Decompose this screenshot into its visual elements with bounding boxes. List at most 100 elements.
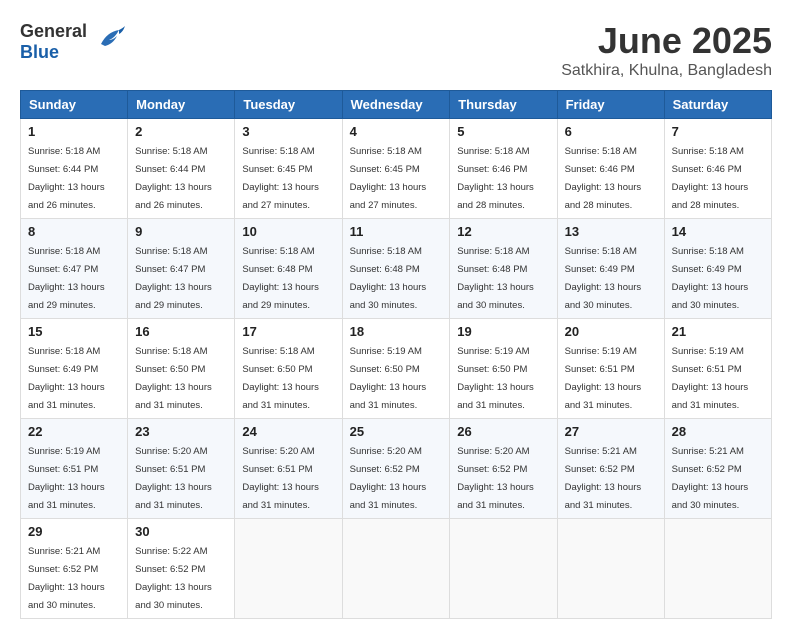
day-info: Sunrise: 5:18 AMSunset: 6:44 PMDaylight:… (28, 146, 105, 211)
day-cell: 27 Sunrise: 5:21 AMSunset: 6:52 PMDaylig… (557, 419, 664, 519)
day-info: Sunrise: 5:18 AMSunset: 6:50 PMDaylight:… (242, 346, 319, 411)
day-cell: 17 Sunrise: 5:18 AMSunset: 6:50 PMDaylig… (235, 319, 342, 419)
day-number: 13 (565, 224, 657, 239)
day-number: 30 (135, 524, 227, 539)
day-number: 3 (242, 124, 334, 139)
day-number: 16 (135, 324, 227, 339)
day-number: 2 (135, 124, 227, 139)
calendar-table: SundayMondayTuesdayWednesdayThursdayFrid… (20, 90, 772, 619)
day-cell: 10 Sunrise: 5:18 AMSunset: 6:48 PMDaylig… (235, 219, 342, 319)
day-cell: 6 Sunrise: 5:18 AMSunset: 6:46 PMDayligh… (557, 119, 664, 219)
day-number: 20 (565, 324, 657, 339)
day-cell: 18 Sunrise: 5:19 AMSunset: 6:50 PMDaylig… (342, 319, 450, 419)
day-cell: 28 Sunrise: 5:21 AMSunset: 6:52 PMDaylig… (664, 419, 771, 519)
column-header-monday: Monday (128, 91, 235, 119)
location-subtitle: Satkhira, Khulna, Bangladesh (561, 62, 772, 80)
day-cell: 7 Sunrise: 5:18 AMSunset: 6:46 PMDayligh… (664, 119, 771, 219)
day-info: Sunrise: 5:21 AMSunset: 6:52 PMDaylight:… (565, 446, 642, 511)
logo-blue: Blue (20, 42, 87, 63)
calendar-week-row: 15 Sunrise: 5:18 AMSunset: 6:49 PMDaylig… (21, 319, 772, 419)
day-info: Sunrise: 5:18 AMSunset: 6:44 PMDaylight:… (135, 146, 212, 211)
day-info: Sunrise: 5:19 AMSunset: 6:51 PMDaylight:… (28, 446, 105, 511)
day-cell: 1 Sunrise: 5:18 AMSunset: 6:44 PMDayligh… (21, 119, 128, 219)
day-info: Sunrise: 5:18 AMSunset: 6:49 PMDaylight:… (672, 246, 749, 311)
day-number: 25 (350, 424, 443, 439)
empty-cell (235, 519, 342, 619)
logo-general: General (20, 21, 87, 42)
day-number: 17 (242, 324, 334, 339)
day-info: Sunrise: 5:18 AMSunset: 6:47 PMDaylight:… (135, 246, 212, 311)
day-cell: 20 Sunrise: 5:19 AMSunset: 6:51 PMDaylig… (557, 319, 664, 419)
day-cell: 3 Sunrise: 5:18 AMSunset: 6:45 PMDayligh… (235, 119, 342, 219)
day-info: Sunrise: 5:18 AMSunset: 6:49 PMDaylight:… (565, 246, 642, 311)
day-number: 9 (135, 224, 227, 239)
day-info: Sunrise: 5:20 AMSunset: 6:52 PMDaylight:… (457, 446, 534, 511)
calendar-week-row: 1 Sunrise: 5:18 AMSunset: 6:44 PMDayligh… (21, 119, 772, 219)
day-cell: 22 Sunrise: 5:19 AMSunset: 6:51 PMDaylig… (21, 419, 128, 519)
day-info: Sunrise: 5:20 AMSunset: 6:51 PMDaylight:… (135, 446, 212, 511)
day-cell: 14 Sunrise: 5:18 AMSunset: 6:49 PMDaylig… (664, 219, 771, 319)
column-header-thursday: Thursday (450, 91, 557, 119)
day-cell: 24 Sunrise: 5:20 AMSunset: 6:51 PMDaylig… (235, 419, 342, 519)
day-info: Sunrise: 5:21 AMSunset: 6:52 PMDaylight:… (28, 546, 105, 611)
logo-bird-icon (91, 22, 127, 63)
column-header-wednesday: Wednesday (342, 91, 450, 119)
empty-cell (450, 519, 557, 619)
day-cell: 15 Sunrise: 5:18 AMSunset: 6:49 PMDaylig… (21, 319, 128, 419)
day-number: 22 (28, 424, 120, 439)
day-cell: 2 Sunrise: 5:18 AMSunset: 6:44 PMDayligh… (128, 119, 235, 219)
day-number: 5 (457, 124, 549, 139)
day-number: 18 (350, 324, 443, 339)
calendar-week-row: 22 Sunrise: 5:19 AMSunset: 6:51 PMDaylig… (21, 419, 772, 519)
day-info: Sunrise: 5:18 AMSunset: 6:45 PMDaylight:… (350, 146, 427, 211)
day-cell: 11 Sunrise: 5:18 AMSunset: 6:48 PMDaylig… (342, 219, 450, 319)
page-header: General Blue June 2025 Satkhira, Khulna,… (20, 20, 772, 80)
day-cell: 16 Sunrise: 5:18 AMSunset: 6:50 PMDaylig… (128, 319, 235, 419)
day-number: 26 (457, 424, 549, 439)
day-number: 27 (565, 424, 657, 439)
day-cell: 25 Sunrise: 5:20 AMSunset: 6:52 PMDaylig… (342, 419, 450, 519)
day-number: 6 (565, 124, 657, 139)
empty-cell (342, 519, 450, 619)
day-number: 15 (28, 324, 120, 339)
calendar-week-row: 29 Sunrise: 5:21 AMSunset: 6:52 PMDaylig… (21, 519, 772, 619)
day-info: Sunrise: 5:18 AMSunset: 6:48 PMDaylight:… (350, 246, 427, 311)
day-cell: 5 Sunrise: 5:18 AMSunset: 6:46 PMDayligh… (450, 119, 557, 219)
calendar-week-row: 8 Sunrise: 5:18 AMSunset: 6:47 PMDayligh… (21, 219, 772, 319)
day-cell: 23 Sunrise: 5:20 AMSunset: 6:51 PMDaylig… (128, 419, 235, 519)
day-number: 4 (350, 124, 443, 139)
day-info: Sunrise: 5:19 AMSunset: 6:50 PMDaylight:… (350, 346, 427, 411)
day-number: 19 (457, 324, 549, 339)
day-info: Sunrise: 5:18 AMSunset: 6:45 PMDaylight:… (242, 146, 319, 211)
day-cell: 21 Sunrise: 5:19 AMSunset: 6:51 PMDaylig… (664, 319, 771, 419)
day-info: Sunrise: 5:19 AMSunset: 6:51 PMDaylight:… (565, 346, 642, 411)
column-header-tuesday: Tuesday (235, 91, 342, 119)
day-info: Sunrise: 5:18 AMSunset: 6:48 PMDaylight:… (457, 246, 534, 311)
day-number: 21 (672, 324, 764, 339)
day-cell: 4 Sunrise: 5:18 AMSunset: 6:45 PMDayligh… (342, 119, 450, 219)
day-number: 24 (242, 424, 334, 439)
day-info: Sunrise: 5:18 AMSunset: 6:49 PMDaylight:… (28, 346, 105, 411)
day-info: Sunrise: 5:20 AMSunset: 6:51 PMDaylight:… (242, 446, 319, 511)
day-info: Sunrise: 5:19 AMSunset: 6:50 PMDaylight:… (457, 346, 534, 411)
empty-cell (664, 519, 771, 619)
day-number: 7 (672, 124, 764, 139)
day-info: Sunrise: 5:19 AMSunset: 6:51 PMDaylight:… (672, 346, 749, 411)
day-info: Sunrise: 5:18 AMSunset: 6:46 PMDaylight:… (457, 146, 534, 211)
column-header-sunday: Sunday (21, 91, 128, 119)
day-cell: 30 Sunrise: 5:22 AMSunset: 6:52 PMDaylig… (128, 519, 235, 619)
column-header-saturday: Saturday (664, 91, 771, 119)
day-number: 28 (672, 424, 764, 439)
day-cell: 29 Sunrise: 5:21 AMSunset: 6:52 PMDaylig… (21, 519, 128, 619)
day-info: Sunrise: 5:21 AMSunset: 6:52 PMDaylight:… (672, 446, 749, 511)
day-cell: 12 Sunrise: 5:18 AMSunset: 6:48 PMDaylig… (450, 219, 557, 319)
day-number: 12 (457, 224, 549, 239)
day-info: Sunrise: 5:18 AMSunset: 6:46 PMDaylight:… (565, 146, 642, 211)
day-info: Sunrise: 5:18 AMSunset: 6:46 PMDaylight:… (672, 146, 749, 211)
day-info: Sunrise: 5:20 AMSunset: 6:52 PMDaylight:… (350, 446, 427, 511)
logo: General Blue (20, 20, 127, 63)
day-cell: 9 Sunrise: 5:18 AMSunset: 6:47 PMDayligh… (128, 219, 235, 319)
day-cell: 8 Sunrise: 5:18 AMSunset: 6:47 PMDayligh… (21, 219, 128, 319)
day-info: Sunrise: 5:18 AMSunset: 6:47 PMDaylight:… (28, 246, 105, 311)
day-number: 29 (28, 524, 120, 539)
